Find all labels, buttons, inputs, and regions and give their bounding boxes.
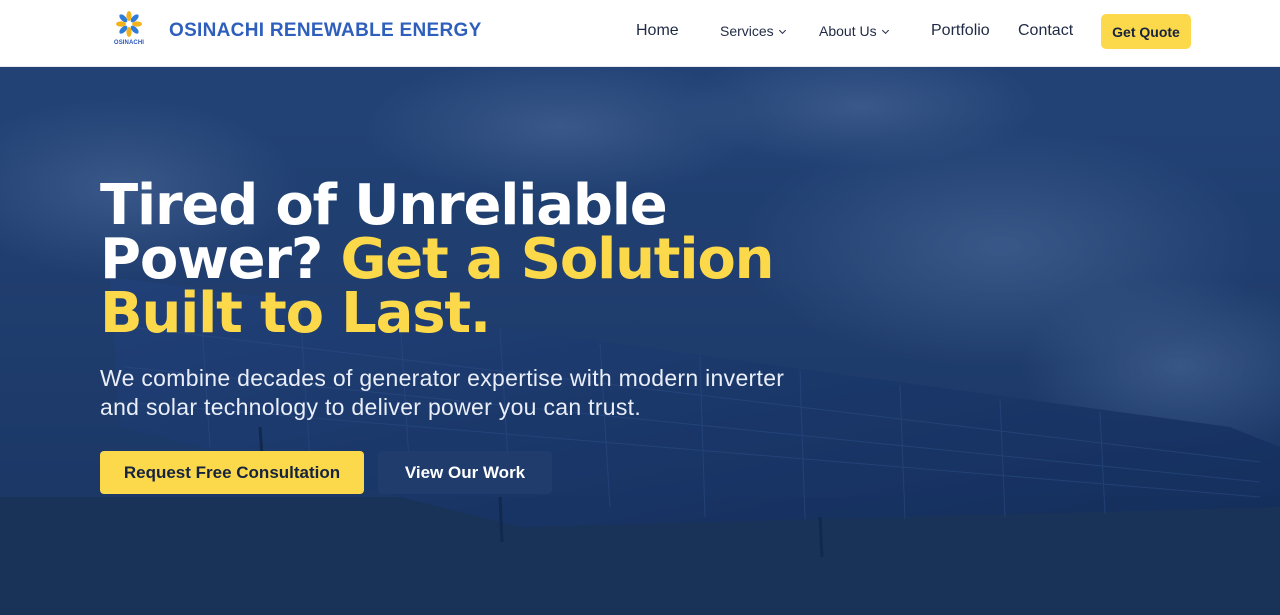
brand-logo[interactable]: OSINACHI (108, 10, 150, 54)
brand-name[interactable]: OSINACHI RENEWABLE ENERGY (169, 20, 482, 42)
hero-headline: Tired of Unreliable Power? Get a Solutio… (100, 178, 860, 342)
chevron-down-icon (881, 26, 889, 35)
nav-home[interactable]: Home (636, 22, 679, 40)
request-consultation-button[interactable]: Request Free Consultation (100, 451, 364, 494)
hero-section: Tired of Unreliable Power? Get a Solutio… (0, 67, 1280, 615)
chevron-down-icon (778, 26, 786, 35)
nav-contact[interactable]: Contact (1018, 22, 1073, 40)
nav-services[interactable]: Services (720, 23, 786, 39)
get-quote-button[interactable]: Get Quote (1101, 14, 1191, 49)
view-work-button[interactable]: View Our Work (378, 451, 552, 494)
sun-flower-icon (116, 11, 142, 37)
nav-services-label: Services (720, 23, 774, 39)
nav-portfolio[interactable]: Portfolio (931, 22, 990, 40)
logo-wordmark: OSINACHI (113, 40, 145, 46)
nav-about[interactable]: About Us (819, 23, 889, 39)
nav-about-label: About Us (819, 23, 877, 39)
hero-subtext: We combine decades of generator expertis… (100, 365, 785, 420)
site-header: OSINACHI OSINACHI RENEWABLE ENERGY Home … (0, 0, 1280, 67)
